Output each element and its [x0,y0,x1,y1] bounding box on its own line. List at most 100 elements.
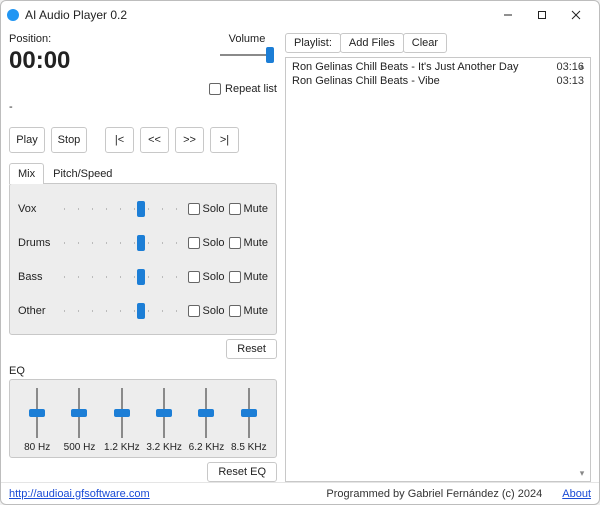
position-time: 00:00 [9,47,217,75]
eq-band-label: 80 Hz [24,442,50,453]
eq-band-slider[interactable] [71,388,87,438]
mix-track-thumb[interactable] [137,269,145,285]
play-button[interactable]: Play [9,127,45,153]
position-label: Position: [9,33,217,45]
playlist-item[interactable]: Ron Gelinas Chill Beats - It's Just Anot… [290,60,586,74]
mix-track-thumb[interactable] [137,303,145,319]
mix-reset-button[interactable]: Reset [226,339,277,359]
playlist-tab[interactable]: Playlist: [285,33,341,53]
minimize-button[interactable] [491,4,525,26]
solo-checkbox[interactable] [188,203,200,215]
solo-checkbox[interactable] [188,237,200,249]
tab-pitch-speed[interactable]: Pitch/Speed [44,163,121,184]
eq-band-label: 8.5 KHz [231,442,267,453]
eq-band: 1.2 KHz [104,388,140,453]
mix-track-thumb[interactable] [137,235,145,251]
playlist-item-duration: 03:16 [556,61,584,73]
mix-panel: Vox Solo Mute Drums Solo Mute Bass Solo Mute Othe… [9,183,277,335]
solo-checkbox[interactable] [188,305,200,317]
eq-band-slider[interactable] [198,388,214,438]
eq-band-slider[interactable] [29,388,45,438]
mix-track-row: OtherSoloMute [18,294,268,328]
mix-track-name: Vox [18,203,58,215]
playlist-tabs: Playlist: Add Files Clear [285,33,591,53]
repeat-checkbox[interactable] [209,83,221,95]
volume-label: Volume [229,33,266,45]
eq-band-label: 500 Hz [64,442,96,453]
mix-track-name: Bass [18,271,58,283]
mix-track-row: Vox Solo Mute [18,192,268,226]
close-button[interactable] [559,4,593,26]
left-panel: Position: 00:00 Volume Repeat list - [9,33,277,482]
prev-button[interactable]: << [140,127,169,153]
clear-button[interactable]: Clear [403,33,447,53]
solo-label: Solo [203,203,225,215]
eq-band-label: 1.2 KHz [104,442,140,453]
mix-track-thumb[interactable] [137,201,145,217]
playlist-box: ▴ Ron Gelinas Chill Beats - It's Just An… [285,57,591,482]
eq-band-thumb[interactable] [71,409,87,417]
credit-text: Programmed by Gabriel Fernández (c) 2024 [326,488,542,500]
mute-checkbox[interactable] [229,271,241,283]
solo-label: Solo [203,305,225,317]
stop-button[interactable]: Stop [51,127,87,153]
eq-reset-button[interactable]: Reset EQ [207,462,277,482]
mute-checkbox[interactable] [229,305,241,317]
eq-band-thumb[interactable] [198,409,214,417]
mix-tabs: Mix Pitch/Speed [9,163,277,184]
first-button[interactable]: |< [105,127,134,153]
eq-band-slider[interactable] [241,388,257,438]
website-link[interactable]: http://audioai.gfsoftware.com [9,488,150,500]
app-window: AI Audio Player 0.2 Position: 00:00 Volu… [0,0,600,505]
mute-checkbox[interactable] [229,237,241,249]
tab-mix[interactable]: Mix [9,163,44,184]
mute-label: Mute [244,203,268,215]
eq-band: 80 Hz [19,388,55,453]
mix-track-name: Other [18,305,58,317]
mix-track-slider[interactable] [64,201,178,217]
mix-track-row: Bass Solo Mute [18,260,268,294]
app-icon [7,9,19,21]
last-button[interactable]: >| [210,127,239,153]
eq-band: 500 Hz [61,388,97,453]
playlist-items[interactable]: Ron Gelinas Chill Beats - It's Just Anot… [286,58,590,481]
playlist-item-title: Ron Gelinas Chill Beats - It's Just Anot… [292,61,518,73]
playlist-item-duration: 03:13 [556,75,584,87]
volume-slider[interactable] [220,47,274,63]
eq-band-thumb[interactable] [29,409,45,417]
mix-track-name: Drums [18,237,58,249]
eq-band-label: 3.2 KHz [146,442,182,453]
eq-band: 6.2 KHz [188,388,224,453]
right-panel: Playlist: Add Files Clear ▴ Ron Gelinas … [285,33,591,482]
track-status: - [9,101,277,113]
scroll-down-icon[interactable]: ▾ [576,467,588,479]
mix-track-slider[interactable] [64,235,178,251]
playlist-item-title: Ron Gelinas Chill Beats - Vibe [292,75,440,87]
maximize-button[interactable] [525,4,559,26]
window-controls [491,4,593,26]
content-area: Position: 00:00 Volume Repeat list - [1,29,599,482]
add-files-button[interactable]: Add Files [340,33,404,53]
eq-band-thumb[interactable] [241,409,257,417]
mix-track-row: Drums Solo Mute [18,226,268,260]
mix-track-slider[interactable] [64,269,178,285]
mix-track-slider[interactable] [64,303,178,319]
eq-band-label: 6.2 KHz [189,442,225,453]
titlebar: AI Audio Player 0.2 [1,1,599,29]
next-button[interactable]: >> [175,127,204,153]
playlist-item[interactable]: Ron Gelinas Chill Beats - Vibe 03:13 [290,74,586,88]
eq-band-slider[interactable] [114,388,130,438]
window-title: AI Audio Player 0.2 [25,8,491,22]
eq-band-thumb[interactable] [114,409,130,417]
mute-label: Mute [244,237,268,249]
mute-label: Mute [244,271,268,283]
eq-band-slider[interactable] [156,388,172,438]
solo-label: Solo [203,271,225,283]
eq-band: 3.2 KHz [146,388,182,453]
mute-checkbox[interactable] [229,203,241,215]
volume-thumb[interactable] [266,47,274,63]
solo-checkbox[interactable] [188,271,200,283]
eq-band-thumb[interactable] [156,409,172,417]
solo-label: Solo [203,237,225,249]
about-link[interactable]: About [562,488,591,500]
